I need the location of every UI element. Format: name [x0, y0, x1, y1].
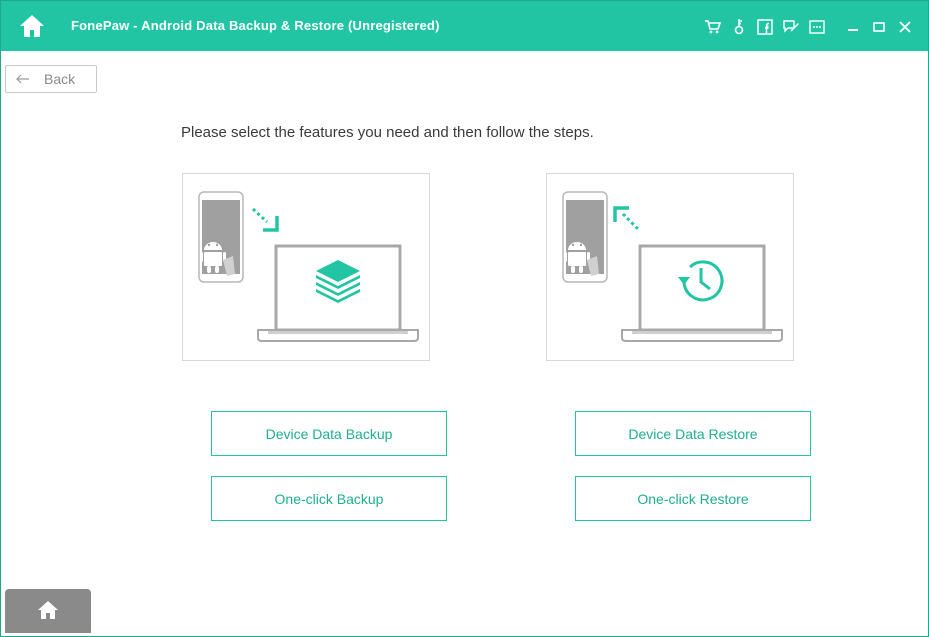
laptop-icon: [621, 244, 783, 342]
feedback-icon[interactable]: [782, 18, 800, 36]
cart-icon[interactable]: [704, 18, 722, 36]
key-icon[interactable]: [730, 18, 748, 36]
window-title: FonePaw - Android Data Backup & Restore …: [71, 18, 440, 33]
android-phone-icon: [198, 191, 244, 283]
instruction-text: Please select the features you need and …: [181, 124, 594, 141]
title-bar-controls: [696, 16, 914, 38]
facebook-icon[interactable]: [756, 18, 774, 36]
transfer-arrow-icon: [613, 206, 641, 232]
transfer-arrow-icon: [251, 207, 279, 232]
title-bar: FonePaw - Android Data Backup & Restore …: [1, 1, 928, 51]
home-icon: [38, 601, 58, 619]
close-icon[interactable]: [896, 18, 914, 36]
restore-illustration: [546, 173, 794, 361]
device-data-backup-button[interactable]: Device Data Backup: [211, 411, 447, 456]
arrow-left-icon: [16, 74, 29, 84]
minimize-icon[interactable]: [844, 18, 862, 36]
back-label: Back: [44, 71, 76, 87]
maximize-icon[interactable]: [870, 18, 888, 36]
device-data-restore-button[interactable]: Device Data Restore: [575, 411, 811, 456]
backup-illustration: [182, 173, 430, 361]
app-window: FonePaw - Android Data Backup & Restore …: [0, 0, 929, 637]
back-button[interactable]: Back: [5, 65, 97, 93]
home-icon[interactable]: [19, 13, 45, 39]
menu-icon[interactable]: [808, 18, 826, 36]
one-click-restore-button[interactable]: One-click Restore: [575, 476, 811, 521]
android-phone-icon: [562, 191, 608, 283]
bottom-home-button[interactable]: [5, 589, 91, 633]
one-click-backup-button[interactable]: One-click Backup: [211, 476, 447, 521]
